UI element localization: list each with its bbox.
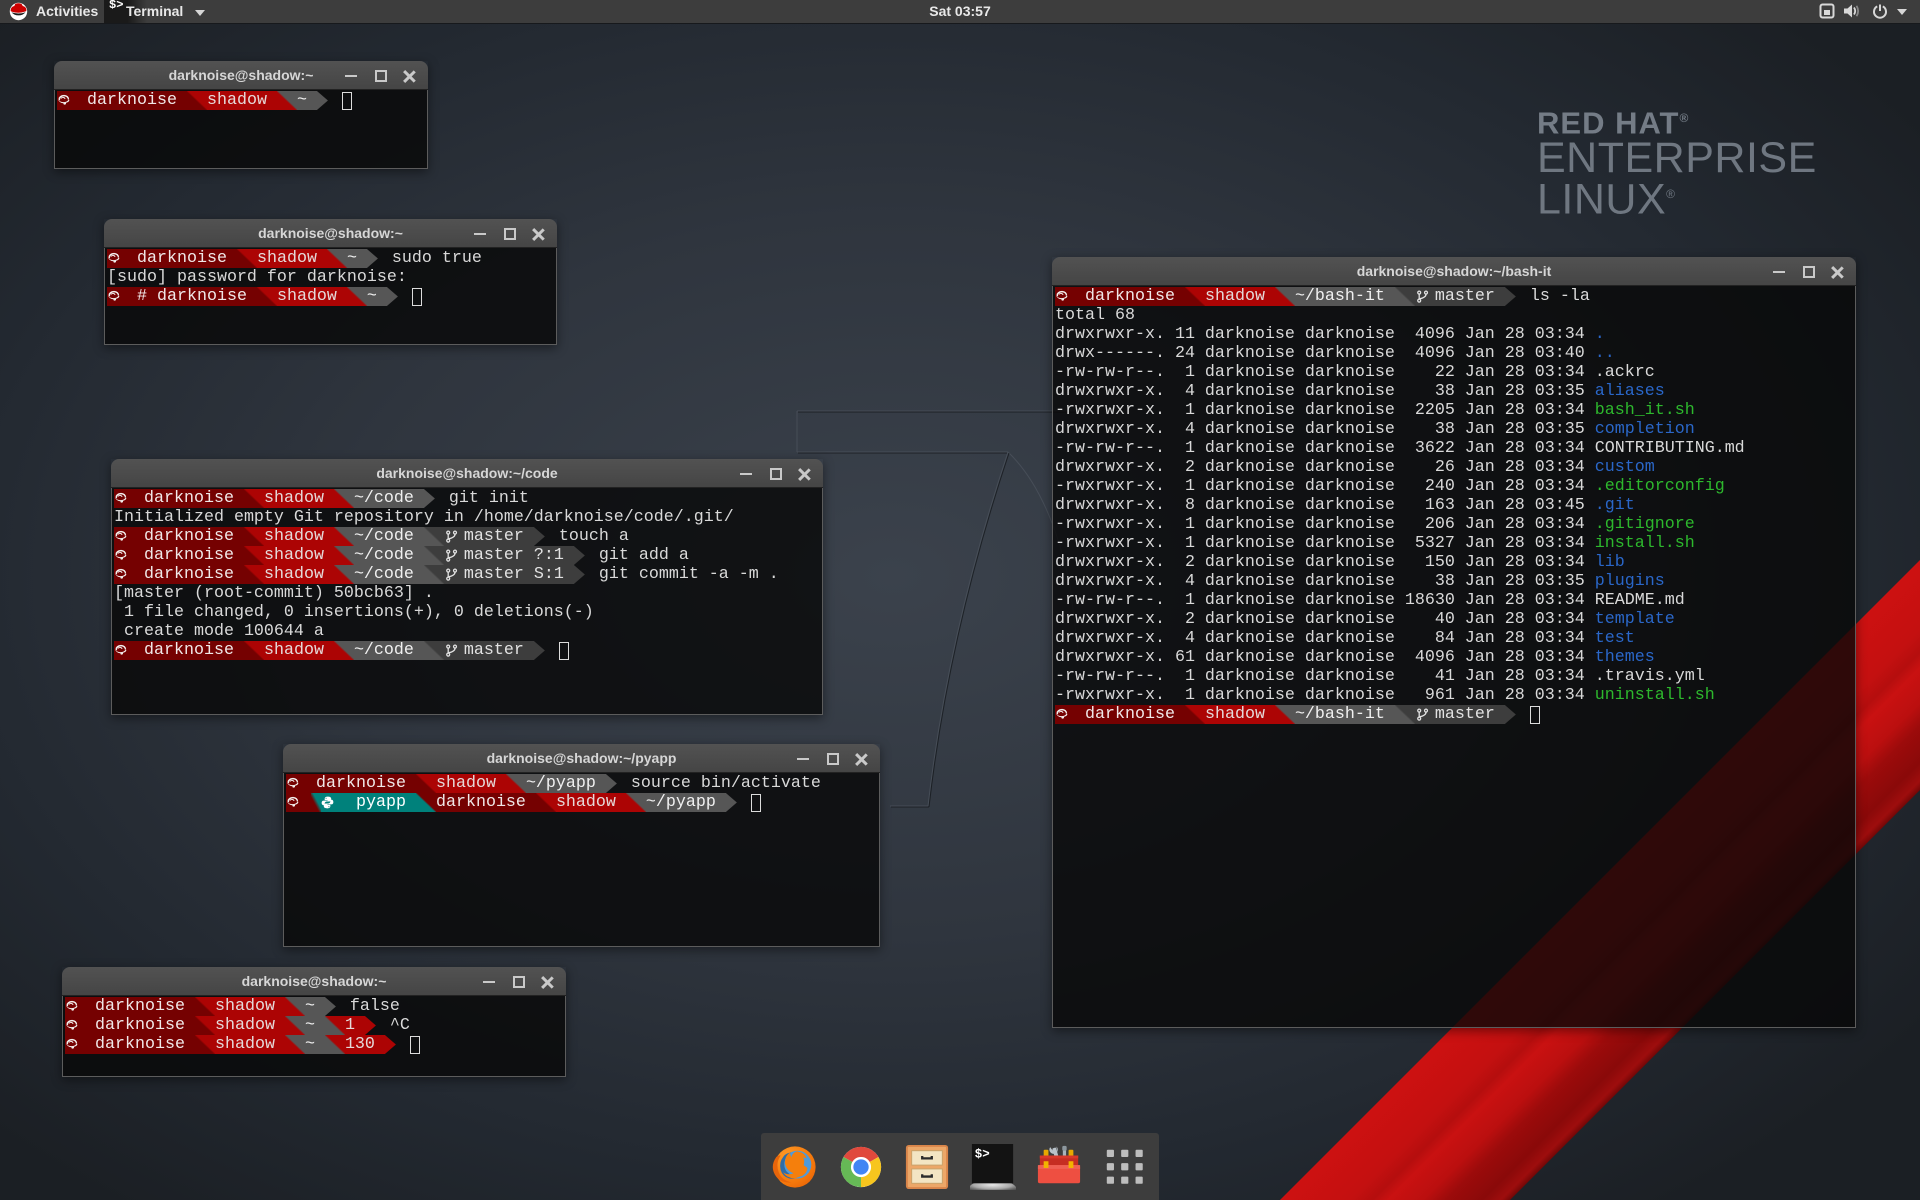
svg-text:$>: $>	[975, 1147, 990, 1161]
